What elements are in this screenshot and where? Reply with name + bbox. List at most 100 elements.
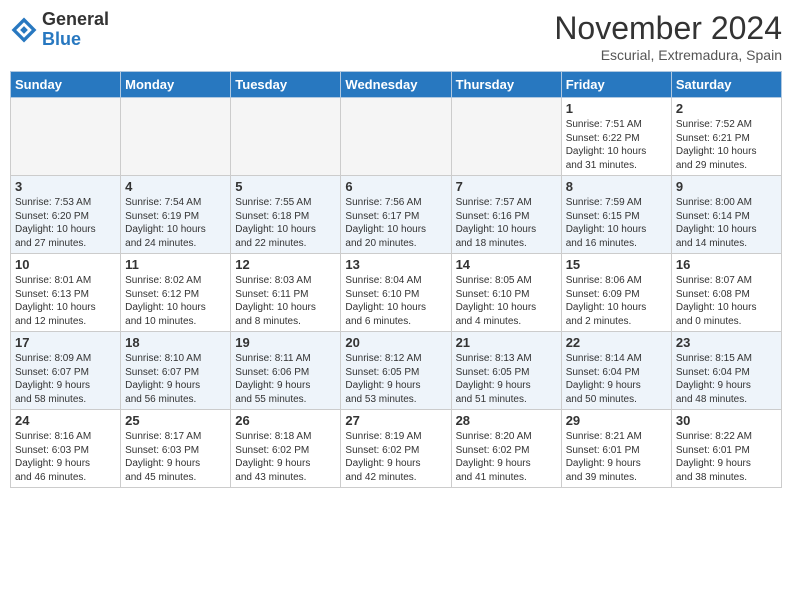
day-number: 14 [456, 257, 557, 272]
calendar-cell: 6 Sunrise: 7:56 AM Sunset: 6:17 PM Daylig… [341, 176, 451, 254]
calendar-body: 1 Sunrise: 7:51 AM Sunset: 6:22 PM Daylig… [11, 98, 782, 488]
calendar-cell [231, 98, 341, 176]
day-info: Sunrise: 7:57 AM Sunset: 6:16 PM Dayligh… [456, 196, 557, 250]
calendar-cell: 2 Sunrise: 7:52 AM Sunset: 6:21 PM Daylig… [671, 98, 781, 176]
day-number: 23 [676, 335, 777, 350]
month-title: November 2024 [554, 10, 782, 47]
calendar-cell: 21Sunrise: 8:13 AM Sunset: 6:05 PM Dayli… [451, 332, 561, 410]
day-info: Sunrise: 8:10 AM Sunset: 6:07 PM Dayligh… [125, 352, 226, 406]
day-number: 4 [125, 179, 226, 194]
day-number: 20 [345, 335, 446, 350]
day-info: Sunrise: 8:17 AM Sunset: 6:03 PM Dayligh… [125, 430, 226, 484]
day-number: 15 [566, 257, 667, 272]
location: Escurial, Extremadura, Spain [554, 47, 782, 63]
day-info: Sunrise: 7:53 AM Sunset: 6:20 PM Dayligh… [15, 196, 116, 250]
calendar-cell: 11Sunrise: 8:02 AM Sunset: 6:12 PM Dayli… [121, 254, 231, 332]
calendar-cell [121, 98, 231, 176]
day-info: Sunrise: 8:05 AM Sunset: 6:10 PM Dayligh… [456, 274, 557, 328]
calendar-cell: 29 Sunrise: 8:21 AM Sunset: 6:01 PM Dayli… [561, 410, 671, 488]
day-info: Sunrise: 8:02 AM Sunset: 6:12 PM Dayligh… [125, 274, 226, 328]
logo-text: General Blue [42, 10, 109, 50]
calendar-cell: 12 Sunrise: 8:03 AM Sunset: 6:11 PM Dayli… [231, 254, 341, 332]
calendar-cell: 5 Sunrise: 7:55 AM Sunset: 6:18 PM Daylig… [231, 176, 341, 254]
calendar-cell: 15 Sunrise: 8:06 AM Sunset: 6:09 PM Dayli… [561, 254, 671, 332]
day-info: Sunrise: 7:55 AM Sunset: 6:18 PM Dayligh… [235, 196, 336, 250]
day-number: 18 [125, 335, 226, 350]
day-number: 27 [345, 413, 446, 428]
calendar: SundayMondayTuesdayWednesdayThursdayFrid… [10, 71, 782, 488]
day-info: Sunrise: 8:07 AM Sunset: 6:08 PM Dayligh… [676, 274, 777, 328]
weekday-header: Thursday [451, 72, 561, 98]
calendar-cell: 4Sunrise: 7:54 AM Sunset: 6:19 PM Daylig… [121, 176, 231, 254]
weekday-header: Monday [121, 72, 231, 98]
day-info: Sunrise: 8:03 AM Sunset: 6:11 PM Dayligh… [235, 274, 336, 328]
calendar-cell: 28Sunrise: 8:20 AM Sunset: 6:02 PM Dayli… [451, 410, 561, 488]
day-number: 12 [235, 257, 336, 272]
day-number: 5 [235, 179, 336, 194]
day-number: 24 [15, 413, 116, 428]
day-info: Sunrise: 8:09 AM Sunset: 6:07 PM Dayligh… [15, 352, 116, 406]
day-info: Sunrise: 8:13 AM Sunset: 6:05 PM Dayligh… [456, 352, 557, 406]
day-info: Sunrise: 8:14 AM Sunset: 6:04 PM Dayligh… [566, 352, 667, 406]
day-number: 10 [15, 257, 116, 272]
weekday-row: SundayMondayTuesdayWednesdayThursdayFrid… [11, 72, 782, 98]
day-number: 26 [235, 413, 336, 428]
calendar-week-row: 24 Sunrise: 8:16 AM Sunset: 6:03 PM Dayli… [11, 410, 782, 488]
day-number: 30 [676, 413, 777, 428]
day-info: Sunrise: 8:15 AM Sunset: 6:04 PM Dayligh… [676, 352, 777, 406]
day-number: 8 [566, 179, 667, 194]
header: General Blue November 2024 Escurial, Ext… [10, 10, 782, 63]
day-info: Sunrise: 8:18 AM Sunset: 6:02 PM Dayligh… [235, 430, 336, 484]
calendar-week-row: 3Sunrise: 7:53 AM Sunset: 6:20 PM Daylig… [11, 176, 782, 254]
day-number: 2 [676, 101, 777, 116]
calendar-cell: 19 Sunrise: 8:11 AM Sunset: 6:06 PM Dayli… [231, 332, 341, 410]
calendar-cell: 9 Sunrise: 8:00 AM Sunset: 6:14 PM Daylig… [671, 176, 781, 254]
day-info: Sunrise: 8:11 AM Sunset: 6:06 PM Dayligh… [235, 352, 336, 406]
page: General Blue November 2024 Escurial, Ext… [0, 0, 792, 498]
day-info: Sunrise: 7:51 AM Sunset: 6:22 PM Dayligh… [566, 118, 667, 172]
day-number: 29 [566, 413, 667, 428]
title-area: November 2024 Escurial, Extremadura, Spa… [554, 10, 782, 63]
day-number: 19 [235, 335, 336, 350]
calendar-cell: 1 Sunrise: 7:51 AM Sunset: 6:22 PM Daylig… [561, 98, 671, 176]
day-info: Sunrise: 8:00 AM Sunset: 6:14 PM Dayligh… [676, 196, 777, 250]
day-info: Sunrise: 7:56 AM Sunset: 6:17 PM Dayligh… [345, 196, 446, 250]
calendar-header: SundayMondayTuesdayWednesdayThursdayFrid… [11, 72, 782, 98]
calendar-cell: 30Sunrise: 8:22 AM Sunset: 6:01 PM Dayli… [671, 410, 781, 488]
day-info: Sunrise: 7:52 AM Sunset: 6:21 PM Dayligh… [676, 118, 777, 172]
day-info: Sunrise: 8:19 AM Sunset: 6:02 PM Dayligh… [345, 430, 446, 484]
day-info: Sunrise: 8:01 AM Sunset: 6:13 PM Dayligh… [15, 274, 116, 328]
weekday-header: Friday [561, 72, 671, 98]
day-number: 25 [125, 413, 226, 428]
logo-blue: Blue [42, 30, 109, 50]
calendar-week-row: 1 Sunrise: 7:51 AM Sunset: 6:22 PM Daylig… [11, 98, 782, 176]
logo: General Blue [10, 10, 109, 50]
day-number: 1 [566, 101, 667, 116]
calendar-cell: 14 Sunrise: 8:05 AM Sunset: 6:10 PM Dayli… [451, 254, 561, 332]
logo-general: General [42, 10, 109, 30]
day-number: 16 [676, 257, 777, 272]
calendar-cell: 24 Sunrise: 8:16 AM Sunset: 6:03 PM Dayli… [11, 410, 121, 488]
calendar-cell: 7 Sunrise: 7:57 AM Sunset: 6:16 PM Daylig… [451, 176, 561, 254]
day-number: 28 [456, 413, 557, 428]
calendar-cell [341, 98, 451, 176]
calendar-cell: 8 Sunrise: 7:59 AM Sunset: 6:15 PM Daylig… [561, 176, 671, 254]
day-number: 7 [456, 179, 557, 194]
calendar-cell: 13Sunrise: 8:04 AM Sunset: 6:10 PM Dayli… [341, 254, 451, 332]
day-info: Sunrise: 8:06 AM Sunset: 6:09 PM Dayligh… [566, 274, 667, 328]
day-info: Sunrise: 7:59 AM Sunset: 6:15 PM Dayligh… [566, 196, 667, 250]
calendar-cell: 25 Sunrise: 8:17 AM Sunset: 6:03 PM Dayli… [121, 410, 231, 488]
weekday-header: Saturday [671, 72, 781, 98]
calendar-cell [11, 98, 121, 176]
day-number: 9 [676, 179, 777, 194]
calendar-cell: 26 Sunrise: 8:18 AM Sunset: 6:02 PM Dayli… [231, 410, 341, 488]
day-info: Sunrise: 8:04 AM Sunset: 6:10 PM Dayligh… [345, 274, 446, 328]
day-number: 6 [345, 179, 446, 194]
day-info: Sunrise: 8:21 AM Sunset: 6:01 PM Dayligh… [566, 430, 667, 484]
calendar-week-row: 17Sunrise: 8:09 AM Sunset: 6:07 PM Dayli… [11, 332, 782, 410]
calendar-cell: 18 Sunrise: 8:10 AM Sunset: 6:07 PM Dayli… [121, 332, 231, 410]
calendar-cell: 10 Sunrise: 8:01 AM Sunset: 6:13 PM Dayli… [11, 254, 121, 332]
calendar-week-row: 10 Sunrise: 8:01 AM Sunset: 6:13 PM Dayli… [11, 254, 782, 332]
day-info: Sunrise: 8:16 AM Sunset: 6:03 PM Dayligh… [15, 430, 116, 484]
logo-icon [10, 16, 38, 44]
